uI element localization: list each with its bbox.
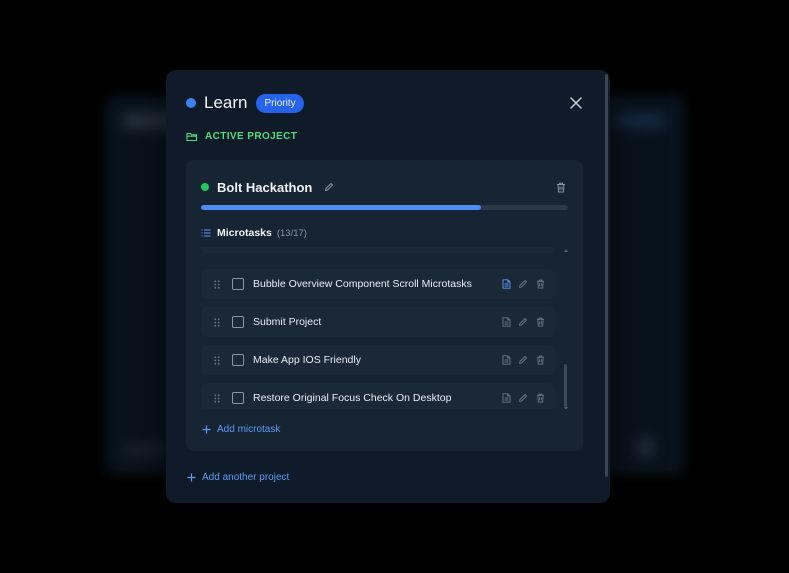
microtask-label: Make App IOS Friendly bbox=[253, 354, 361, 366]
note-icon bbox=[502, 279, 510, 289]
trash-icon bbox=[557, 182, 565, 192]
add-project-button[interactable]: Add another project bbox=[187, 472, 289, 483]
microtask-actions bbox=[499, 315, 547, 329]
project-card: Bolt Hackathon Microtasks (13/17) Bubble… bbox=[186, 160, 583, 451]
pencil-icon bbox=[519, 318, 527, 326]
folder-open-icon bbox=[186, 132, 198, 141]
microtask-actions bbox=[499, 391, 547, 405]
background-footer bbox=[123, 445, 163, 455]
microtasks-label: Microtasks bbox=[217, 227, 272, 239]
scroll-up-arrow[interactable] bbox=[564, 249, 568, 252]
add-microtask-button[interactable]: Add microtask bbox=[202, 424, 280, 435]
microtasks-header: Microtasks (13/17) bbox=[201, 227, 307, 239]
delete-microtask-button[interactable] bbox=[533, 353, 547, 367]
trash-icon bbox=[536, 317, 544, 327]
list-item[interactable]: Submit Project bbox=[201, 307, 555, 337]
pencil-icon bbox=[519, 356, 527, 364]
delete-microtask-button[interactable] bbox=[533, 277, 547, 291]
trash-icon bbox=[536, 355, 544, 365]
drag-handle[interactable] bbox=[207, 317, 227, 327]
note-button[interactable] bbox=[499, 353, 513, 367]
add-microtask-label: Add microtask bbox=[217, 424, 281, 435]
close-icon bbox=[570, 97, 582, 109]
background-button bbox=[635, 437, 655, 457]
drag-handle[interactable] bbox=[207, 355, 227, 365]
drag-handle[interactable] bbox=[207, 393, 227, 403]
list-item[interactable]: Make App IOS Friendly bbox=[201, 345, 555, 375]
delete-project-button[interactable] bbox=[554, 180, 568, 194]
project-progress-bar bbox=[201, 205, 568, 210]
scroll-down-arrow[interactable] bbox=[564, 407, 568, 409]
list-item[interactable]: Restore Original Focus Check On Desktop bbox=[201, 383, 555, 409]
microtask-label: Restore Original Focus Check On Desktop bbox=[253, 392, 452, 404]
microtask-scrollbar[interactable] bbox=[564, 364, 567, 407]
plus-icon bbox=[202, 425, 211, 434]
section-label: ACTIVE PROJECT bbox=[205, 131, 298, 142]
note-button[interactable] bbox=[499, 277, 513, 291]
microtask-label: Bubble Overview Component Scroll Microta… bbox=[253, 278, 472, 290]
microtask-checkbox[interactable] bbox=[232, 354, 244, 366]
drag-handle-icon bbox=[214, 279, 220, 289]
pencil-icon bbox=[519, 394, 527, 402]
modal-header: Learn Priority bbox=[186, 91, 590, 115]
list-item[interactable]: Bubble Overview Component Scroll Microta… bbox=[201, 269, 555, 299]
microtask-actions bbox=[499, 277, 547, 291]
project-header: Bolt Hackathon bbox=[201, 177, 568, 197]
drag-handle[interactable] bbox=[207, 279, 227, 289]
note-button[interactable] bbox=[499, 391, 513, 405]
list-item[interactable] bbox=[201, 247, 555, 253]
pencil-icon bbox=[325, 183, 334, 191]
active-project-label: ACTIVE PROJECT bbox=[186, 131, 297, 142]
note-button[interactable] bbox=[499, 315, 513, 329]
project-status-dot bbox=[201, 183, 209, 191]
edit-microtask-button[interactable] bbox=[516, 391, 530, 405]
drag-handle-icon bbox=[214, 317, 220, 327]
microtask-list: Bubble Overview Component Scroll Microta… bbox=[201, 247, 568, 409]
microtask-label: Submit Project bbox=[253, 316, 322, 328]
delete-microtask-button[interactable] bbox=[533, 315, 547, 329]
pencil-icon bbox=[519, 280, 527, 288]
delete-microtask-button[interactable] bbox=[533, 391, 547, 405]
project-modal: Learn Priority ACTIVE PROJECT Bolt Hacka… bbox=[166, 70, 610, 503]
microtask-checkbox[interactable] bbox=[232, 278, 244, 290]
drag-handle-icon bbox=[214, 355, 220, 365]
close-button[interactable] bbox=[566, 93, 586, 113]
edit-microtask-button[interactable] bbox=[516, 277, 530, 291]
project-name: Bolt Hackathon bbox=[217, 179, 313, 195]
microtasks-count: (13/17) bbox=[276, 227, 307, 239]
edit-project-button[interactable] bbox=[322, 180, 336, 194]
note-icon bbox=[502, 355, 510, 365]
note-icon bbox=[502, 393, 510, 403]
category-color-dot bbox=[186, 98, 196, 108]
list-icon bbox=[201, 229, 211, 237]
add-project-label: Add another project bbox=[202, 472, 290, 483]
modal-scrollbar[interactable] bbox=[605, 74, 608, 477]
project-progress-fill bbox=[201, 205, 482, 210]
drag-handle-icon bbox=[214, 393, 220, 403]
background-pill bbox=[615, 115, 665, 127]
edit-microtask-button[interactable] bbox=[516, 353, 530, 367]
trash-icon bbox=[536, 393, 544, 403]
plus-icon bbox=[187, 473, 196, 482]
microtask-checkbox[interactable] bbox=[232, 316, 244, 328]
note-icon bbox=[502, 317, 510, 327]
microtask-actions bbox=[499, 353, 547, 367]
priority-badge: Priority bbox=[256, 93, 304, 113]
modal-title: Learn bbox=[204, 93, 248, 112]
microtask-checkbox[interactable] bbox=[232, 392, 244, 404]
edit-microtask-button[interactable] bbox=[516, 315, 530, 329]
trash-icon bbox=[536, 279, 544, 289]
